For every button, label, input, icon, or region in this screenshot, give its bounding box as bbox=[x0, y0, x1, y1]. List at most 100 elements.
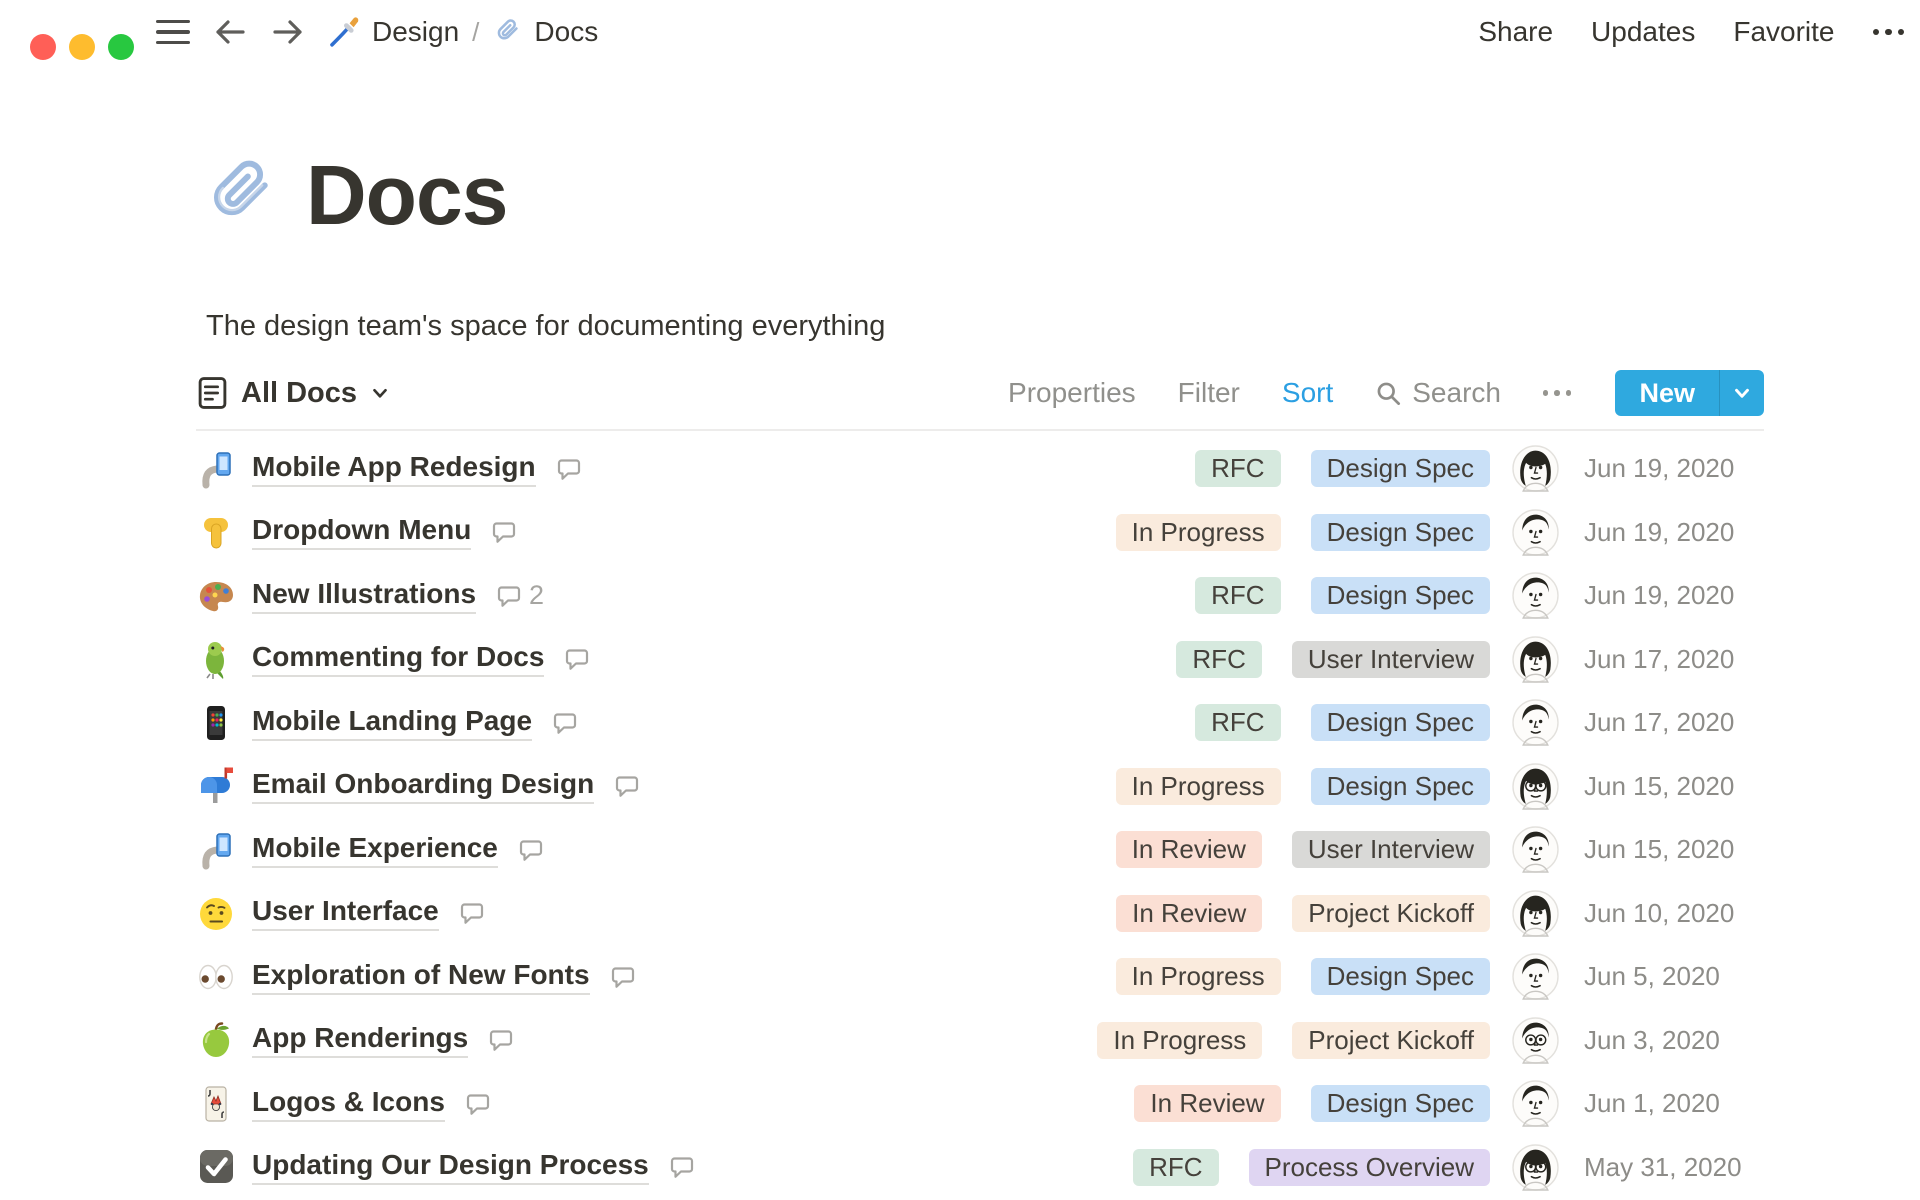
status-badge[interactable]: In Review bbox=[1116, 894, 1263, 932]
type-badge[interactable]: Project Kickoff bbox=[1292, 1021, 1490, 1059]
doc-title-link[interactable]: App Renderings bbox=[252, 1022, 469, 1059]
doc-title-link[interactable]: User Interface bbox=[252, 895, 439, 932]
comment-count[interactable] bbox=[459, 900, 492, 926]
comment-count-value: 2 bbox=[529, 580, 545, 611]
doc-title-link[interactable]: New Illustrations bbox=[252, 578, 477, 614]
breadcrumb-item-docs[interactable]: Docs bbox=[492, 16, 598, 48]
pointing-down-emoji bbox=[196, 512, 252, 552]
doc-title-link[interactable]: Logos & Icons bbox=[252, 1086, 445, 1122]
page-title: Docs bbox=[306, 148, 508, 242]
comment-count[interactable] bbox=[614, 773, 647, 799]
status-badge[interactable]: In Progress bbox=[1097, 1021, 1263, 1059]
comment-count[interactable] bbox=[564, 646, 597, 672]
comment-count[interactable] bbox=[491, 519, 524, 545]
breadcrumb-item-design[interactable]: Design bbox=[328, 16, 459, 48]
edited-date: Jun 3, 2020 bbox=[1584, 1024, 1720, 1055]
sidebar-menu-icon[interactable] bbox=[156, 19, 190, 45]
type-badge[interactable]: Design Spec bbox=[1310, 577, 1490, 615]
status-badge[interactable]: In Review bbox=[1115, 831, 1262, 869]
table-row: Email Onboarding Design In Progress Desi… bbox=[196, 755, 1764, 819]
status-badge[interactable]: In Progress bbox=[1115, 767, 1281, 805]
list-view-icon bbox=[196, 375, 229, 411]
updates-button[interactable]: Updates bbox=[1591, 16, 1695, 48]
doc-title-link[interactable]: Mobile Landing Page bbox=[252, 705, 533, 741]
comment-count[interactable] bbox=[556, 456, 589, 482]
avatar-man bbox=[1490, 826, 1584, 873]
comment-count[interactable] bbox=[552, 710, 585, 736]
filter-button[interactable]: Filter bbox=[1178, 377, 1240, 409]
edited-date: Jun 19, 2020 bbox=[1584, 516, 1735, 547]
status-badge[interactable]: In Progress bbox=[1115, 513, 1281, 551]
edited-date: May 31, 2020 bbox=[1584, 1151, 1742, 1182]
comment-count[interactable] bbox=[669, 1154, 702, 1180]
properties-button[interactable]: Properties bbox=[1008, 377, 1136, 409]
doc-title-link[interactable]: Exploration of New Fonts bbox=[252, 959, 590, 995]
doc-title-link[interactable]: Updating Our Design Process bbox=[252, 1149, 649, 1186]
search-button[interactable]: Search bbox=[1375, 377, 1501, 409]
view-switcher[interactable]: All Docs bbox=[196, 375, 391, 411]
comment-count[interactable] bbox=[488, 1027, 521, 1053]
page-icon-paperclip[interactable] bbox=[198, 154, 280, 236]
type-badge[interactable]: Design Spec bbox=[1310, 704, 1490, 742]
avatar-woman-glasses bbox=[1490, 763, 1584, 810]
search-label: Search bbox=[1412, 377, 1501, 408]
doc-title-link[interactable]: Commenting for Docs bbox=[252, 641, 545, 678]
favorite-button[interactable]: Favorite bbox=[1733, 16, 1834, 48]
status-badge[interactable]: In Review bbox=[1134, 1085, 1281, 1123]
table-row: Exploration of New Fonts In Progress Des… bbox=[196, 945, 1764, 1009]
doc-title-link[interactable]: Mobile Experience bbox=[252, 832, 498, 868]
breadcrumb-separator: / bbox=[472, 16, 480, 47]
parrot-emoji bbox=[196, 639, 252, 680]
sort-button[interactable]: Sort bbox=[1282, 377, 1333, 409]
type-badge[interactable]: Design Spec bbox=[1310, 958, 1490, 996]
type-badge[interactable]: Design Spec bbox=[1310, 1085, 1490, 1123]
checkbox-emoji bbox=[196, 1147, 252, 1187]
type-badge[interactable]: Design Spec bbox=[1310, 513, 1490, 551]
status-badge[interactable]: In Progress bbox=[1115, 958, 1281, 996]
status-badge[interactable]: RFC bbox=[1195, 704, 1281, 742]
comment-bubble-icon bbox=[557, 459, 580, 480]
comment-count[interactable]: 2 bbox=[496, 580, 544, 611]
edited-date: Jun 17, 2020 bbox=[1584, 707, 1735, 738]
close-window-button[interactable] bbox=[30, 34, 56, 60]
table-row: Logos & Icons In Review Design Spec Jun … bbox=[196, 1072, 1764, 1136]
status-badge[interactable]: RFC bbox=[1176, 640, 1262, 678]
comment-bubble-icon bbox=[497, 586, 521, 607]
comment-bubble-icon bbox=[553, 713, 577, 734]
share-button[interactable]: Share bbox=[1478, 16, 1553, 48]
doc-title-link[interactable]: Email Onboarding Design bbox=[252, 768, 595, 805]
doc-title-link[interactable]: Mobile App Redesign bbox=[252, 451, 536, 487]
minimize-window-button[interactable] bbox=[69, 34, 95, 60]
status-badge[interactable]: RFC bbox=[1133, 1148, 1219, 1186]
comment-count[interactable] bbox=[465, 1091, 498, 1117]
type-badge[interactable]: User Interview bbox=[1291, 831, 1490, 869]
more-options-icon[interactable] bbox=[1872, 28, 1904, 36]
zoom-window-button[interactable] bbox=[108, 34, 134, 60]
type-badge[interactable]: User Interview bbox=[1291, 640, 1490, 678]
table-row: Mobile App Redesign RFC Design Spec Jun … bbox=[196, 437, 1764, 501]
avatar-woman bbox=[1490, 636, 1584, 683]
breadcrumb-label: Design bbox=[372, 16, 460, 47]
table-row: Dropdown Menu In Progress Design Spec Ju… bbox=[196, 501, 1764, 565]
new-button-label[interactable]: New bbox=[1615, 370, 1719, 416]
table-more-options-icon[interactable] bbox=[1542, 390, 1572, 396]
avatar-man bbox=[1490, 1080, 1584, 1127]
type-badge[interactable]: Process Overview bbox=[1248, 1148, 1490, 1186]
doc-title-link[interactable]: Dropdown Menu bbox=[252, 514, 472, 551]
type-badge[interactable]: Project Kickoff bbox=[1292, 894, 1490, 932]
edited-date: Jun 19, 2020 bbox=[1584, 453, 1735, 484]
forward-arrow-icon[interactable] bbox=[270, 16, 306, 48]
status-badge[interactable]: RFC bbox=[1195, 577, 1281, 615]
selfie-emoji bbox=[196, 449, 252, 489]
comment-count[interactable] bbox=[518, 837, 551, 863]
new-button[interactable]: New bbox=[1615, 370, 1764, 416]
type-badge[interactable]: Design Spec bbox=[1310, 450, 1490, 488]
avatar-man-glasses bbox=[1490, 1017, 1584, 1064]
type-badge[interactable]: Design Spec bbox=[1310, 767, 1490, 805]
comment-count[interactable] bbox=[610, 964, 643, 990]
status-badge[interactable]: RFC bbox=[1195, 450, 1281, 488]
avatar-man bbox=[1490, 572, 1584, 619]
new-button-dropdown[interactable] bbox=[1719, 370, 1764, 416]
back-arrow-icon[interactable] bbox=[212, 16, 248, 48]
window-topbar: Design / Docs Share Updates Favorite bbox=[0, 0, 1920, 64]
